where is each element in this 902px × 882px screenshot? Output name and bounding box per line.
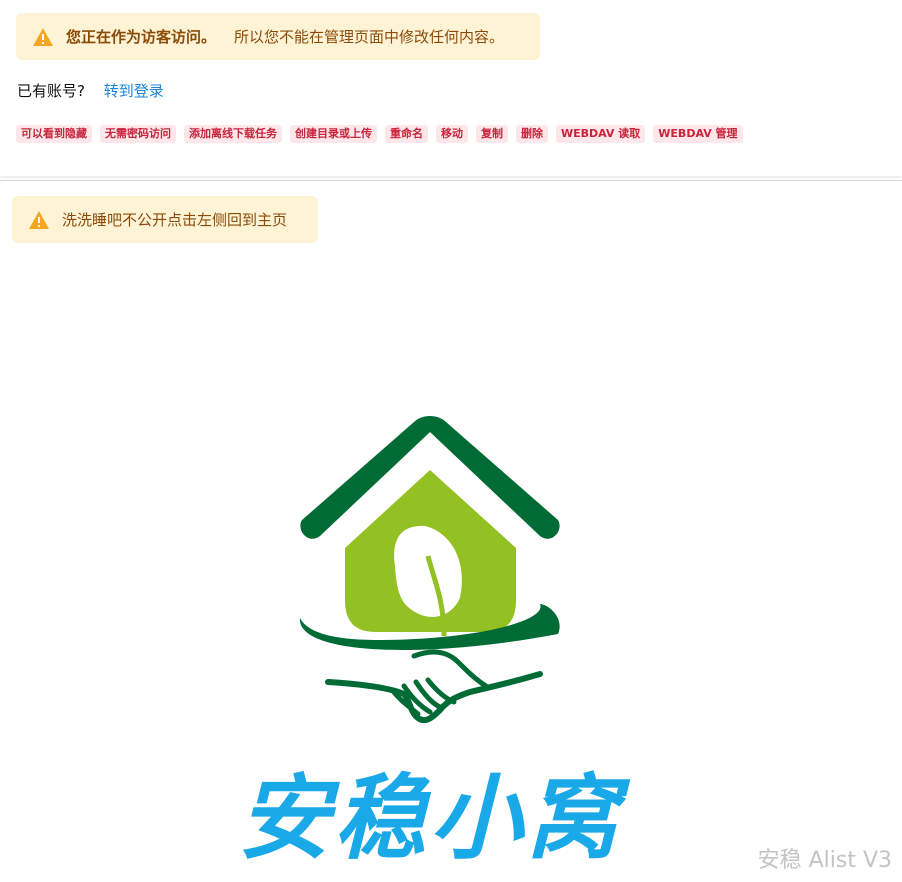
warning-icon	[29, 210, 49, 229]
account-prompt: 已有账号?	[17, 82, 85, 100]
permission-badge: WEBDAV 读取	[556, 125, 646, 143]
permission-badge: 无需密码访问	[100, 125, 176, 143]
guest-info-panel: 您正在作为访客访问。 所以您不能在管理页面中修改任何内容。 已有账号? 转到登录…	[0, 0, 902, 176]
leaf-icon	[394, 525, 462, 617]
logo-house	[345, 470, 516, 632]
logo-swoosh	[299, 604, 560, 650]
logo-brand-text: 安稳小窝	[238, 764, 631, 872]
login-link[interactable]: 转到登录	[104, 82, 164, 100]
guest-alert-title: 您正在作为访客访问。	[66, 28, 217, 46]
permission-badge: 移动	[436, 125, 468, 143]
permission-badge: 可以看到隐藏	[16, 125, 92, 143]
logo-roof	[300, 416, 560, 539]
permission-badge: 重命名	[385, 125, 428, 143]
guest-alert: 您正在作为访客访问。 所以您不能在管理页面中修改任何内容。	[16, 13, 540, 60]
handshake-icon	[325, 671, 543, 724]
notice-alert-text: 洗洗睡吧不公开点击左侧回到主页	[62, 211, 288, 229]
notice-alert: 洗洗睡吧不公开点击左侧回到主页	[12, 196, 318, 243]
panel-divider	[0, 180, 902, 181]
warning-icon	[33, 27, 53, 46]
permission-badge: 删除	[516, 125, 548, 143]
permission-badge: WEBDAV 管理	[653, 125, 743, 143]
permission-badge: 添加离线下载任务	[184, 125, 282, 143]
watermark-text: 安稳 Alist V3	[757, 848, 892, 873]
guest-alert-description: 所以您不能在管理页面中修改任何内容。	[234, 28, 505, 46]
permission-badge: 创建目录或上传	[290, 125, 377, 143]
permission-badge: 复制	[476, 125, 508, 143]
account-line: 已有账号? 转到登录	[17, 80, 164, 101]
permission-list: 可以看到隐藏 无需密码访问 添加离线下载任务 创建目录或上传 重命名 移动 复制…	[16, 125, 743, 143]
